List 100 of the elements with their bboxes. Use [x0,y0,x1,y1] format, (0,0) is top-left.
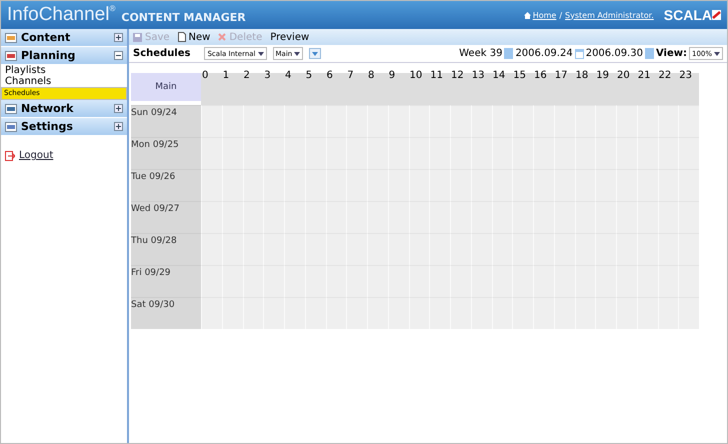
schedule-cell[interactable] [367,105,388,137]
schedule-cell[interactable] [492,105,512,137]
hour-header: 8 [367,69,388,105]
hour-header: 12 [450,69,471,105]
schedule-cell[interactable] [470,105,492,137]
schedule-cell[interactable] [222,297,242,329]
schedule-cell[interactable] [284,105,305,137]
hour-header: 17 [554,69,574,105]
schedule-cell[interactable] [388,297,408,329]
exit-icon [5,150,15,160]
schedule-cell[interactable] [263,297,284,329]
schedule-cell[interactable] [242,105,264,137]
page-icon [178,32,186,42]
schedule-cell[interactable] [201,297,222,329]
calendar-icon[interactable] [574,48,584,58]
schedule-cell[interactable] [201,201,222,233]
brand-title: InfoChannel® [7,4,116,26]
schedule-cell[interactable] [554,105,574,137]
schedule-cell[interactable] [429,105,450,137]
schedule-cell[interactable] [346,297,367,329]
schedule-cell[interactable] [616,297,637,329]
hour-header: 14 [492,69,512,105]
schedule-cell[interactable] [470,297,492,329]
sidebar-section[interactable]: Network [1,100,127,118]
separator: / [559,10,562,20]
schedule-cell[interactable] [678,137,699,169]
schedule-cell[interactable] [678,297,699,329]
schedule-cell[interactable] [450,105,471,137]
schedule-cell[interactable] [678,169,699,201]
hour-header: 3 [263,69,284,105]
schedule-cell[interactable] [533,297,554,329]
schedule-cell[interactable] [512,105,533,137]
schedule-cell[interactable] [222,105,242,137]
schedule-cell[interactable] [263,105,284,137]
schedule-cell[interactable] [326,105,346,137]
channel-header: Main [131,73,201,101]
schedule-cell[interactable] [201,169,222,201]
previous-button[interactable] [504,48,514,59]
expand-icon[interactable] [114,122,123,131]
logout-link[interactable]: Logout [19,150,54,161]
next-button[interactable] [644,48,654,59]
schedule-cell[interactable] [201,105,222,137]
schedule-cell[interactable] [658,297,678,329]
logo-mark-icon [712,10,721,20]
hour-header: 7 [346,69,367,105]
schedule-cell[interactable] [450,297,471,329]
schedule-cell[interactable] [512,297,533,329]
hour-header: 11 [429,69,450,105]
schedule-cell[interactable] [492,297,512,329]
schedule-cell[interactable] [616,105,637,137]
collapse-icon[interactable] [114,51,123,60]
schedule-cell[interactable] [595,297,616,329]
toolbar-button[interactable]: New [178,32,210,42]
home-link[interactable]: Home [532,10,556,20]
start-date: 2006.09.24 [515,48,573,59]
schedule-cell[interactable] [429,297,450,329]
schedule-cell[interactable] [304,105,326,137]
schedule-cell[interactable] [284,297,305,329]
schedule-cell[interactable] [574,297,596,329]
sidebar-section[interactable]: Settings [1,118,127,136]
sidebar-item[interactable]: Playlists [1,65,127,76]
schedule-cell[interactable] [201,233,222,265]
schedule-cell[interactable] [367,297,388,329]
expand-icon[interactable] [114,33,123,42]
product-title: CONTENT MANAGER [121,10,246,24]
schedule-cell[interactable] [408,105,430,137]
schedule-cell[interactable] [658,105,678,137]
schedule-cell[interactable] [678,265,699,297]
schedule-cell[interactable] [326,297,346,329]
hour-header: 22 [658,69,678,105]
schedule-cell[interactable] [554,297,574,329]
hour-header: 4 [284,69,305,105]
user-link[interactable]: System Administrator. [565,10,654,20]
sidebar-section[interactable]: Planning [1,47,127,65]
schedule-cell[interactable] [678,105,699,137]
schedule-cell[interactable] [242,297,264,329]
schedule-cell[interactable] [678,201,699,233]
schedule-cell[interactable] [636,297,658,329]
schedule-cell[interactable] [408,297,430,329]
schedule-cell[interactable] [636,105,658,137]
filter-icon[interactable] [309,48,322,59]
schedule-cell[interactable] [304,297,326,329]
schedule-cell[interactable] [201,137,222,169]
day-label: Fri 09/29 [131,265,201,297]
hour-header: 19 [595,69,616,105]
schedule-cell[interactable] [388,105,408,137]
schedule-cell[interactable] [346,105,367,137]
schedule-cell[interactable] [678,233,699,265]
sidebar-section[interactable]: Content [1,29,127,47]
schedule-cell[interactable] [533,105,554,137]
caret-icon [258,52,264,56]
schedule-cell[interactable] [595,105,616,137]
schedule-cell[interactable] [574,105,596,137]
expand-icon[interactable] [114,104,123,113]
hour-header: 20 [616,69,637,105]
sidebar-item[interactable]: Channels [1,76,127,87]
caret-icon [294,52,300,56]
toolbar-button[interactable]: Preview [270,32,310,42]
end-date: 2006.09.30 [586,48,643,59]
schedule-cell[interactable] [201,265,222,297]
